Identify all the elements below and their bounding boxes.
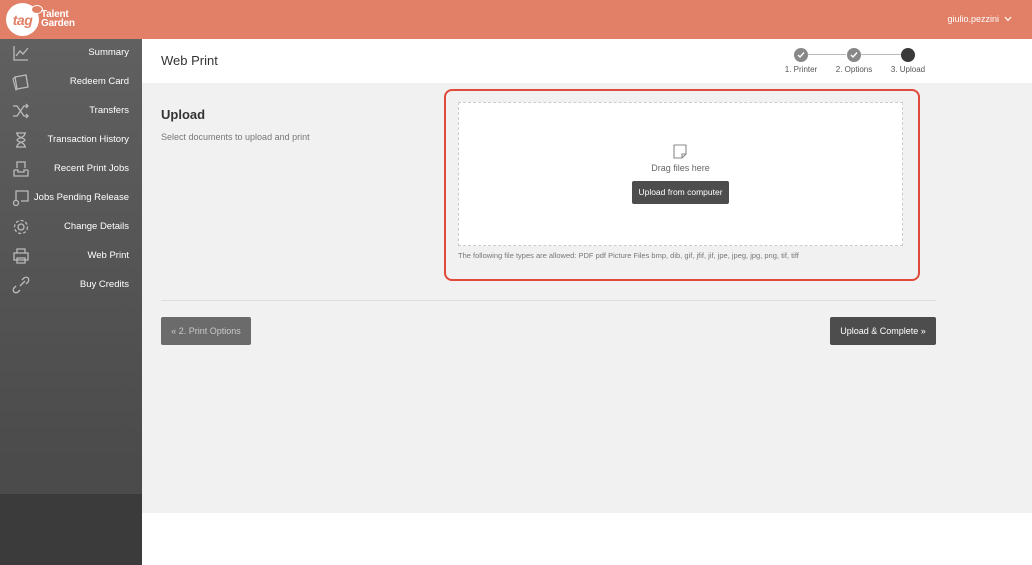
shuffle-icon xyxy=(12,102,30,120)
check-icon xyxy=(850,52,858,59)
allowed-file-types: The following file types are allowed: PD… xyxy=(458,251,799,260)
sidebar-item-label: Redeem Card xyxy=(69,76,129,87)
section-subtitle: Select documents to upload and print xyxy=(161,132,310,142)
step-dot-current xyxy=(901,48,915,62)
step-dot xyxy=(794,48,808,62)
check-icon xyxy=(797,52,805,59)
logo-text: tag xyxy=(12,12,33,28)
step-upload: 3. Upload xyxy=(888,48,928,74)
file-icon xyxy=(673,144,687,159)
sidebar-item-transaction-history[interactable]: Transaction History xyxy=(0,126,142,155)
sidebar-item-web-print[interactable]: Web Print xyxy=(0,242,142,271)
sidebar-item-redeem-card[interactable]: Redeem Card xyxy=(0,68,142,97)
sidebar-item-transfers[interactable]: Transfers xyxy=(0,97,142,126)
printer-icon xyxy=(12,247,30,265)
sidebar-item-label: Web Print xyxy=(87,250,129,261)
chevron-down-icon xyxy=(1004,16,1012,22)
sidebar-item-label: Jobs Pending Release xyxy=(33,192,129,203)
gear-icon xyxy=(12,218,30,236)
sidebar: Summary Redeem Card Transfers Transactio… xyxy=(0,39,142,565)
sidebar-item-change-details[interactable]: Change Details xyxy=(0,213,142,242)
section-title: Upload xyxy=(161,107,206,122)
user-menu[interactable]: giulio.pezzini xyxy=(947,14,1012,24)
logo[interactable]: tag xyxy=(6,3,43,36)
sidebar-item-label: Change Details xyxy=(64,221,129,232)
upload-from-computer-button[interactable]: Upload from computer xyxy=(632,181,729,204)
file-dropzone[interactable]: Drag files here Upload from computer xyxy=(458,102,903,246)
sidebar-item-summary[interactable]: Summary xyxy=(0,39,142,68)
sidebar-item-recent-print-jobs[interactable]: Recent Print Jobs xyxy=(0,155,142,184)
step-options[interactable]: 2. Options xyxy=(834,48,874,74)
sidebar-item-label: Recent Print Jobs xyxy=(54,163,129,174)
step-label: 3. Upload xyxy=(890,65,926,74)
sidebar-item-label: Transfers xyxy=(89,105,129,116)
divider xyxy=(161,300,936,301)
brand-line2: Garden xyxy=(41,18,75,29)
sidebar-item-jobs-pending-release[interactable]: Jobs Pending Release xyxy=(0,184,142,213)
sidebar-item-label: Summary xyxy=(88,47,129,58)
drag-files-text: Drag files here xyxy=(651,163,710,173)
inbox-icon xyxy=(12,160,30,178)
pending-icon xyxy=(12,189,30,207)
sidebar-footer xyxy=(0,494,142,565)
username: giulio.pezzini xyxy=(947,14,999,24)
step-dot xyxy=(847,48,861,62)
prev-print-options-button[interactable]: « 2. Print Options xyxy=(161,317,251,345)
step-label: 1. Printer xyxy=(784,65,818,74)
sidebar-item-buy-credits[interactable]: Buy Credits xyxy=(0,271,142,300)
step-label: 2. Options xyxy=(835,65,873,74)
chart-icon xyxy=(12,44,30,62)
hourglass-icon xyxy=(12,131,30,149)
card-icon xyxy=(12,73,30,92)
main-content: Upload Select documents to upload and pr… xyxy=(142,83,1032,513)
link-icon xyxy=(12,276,30,294)
sidebar-item-label: Transaction History xyxy=(47,134,129,145)
step-printer[interactable]: 1. Printer xyxy=(782,48,820,74)
sidebar-item-label: Buy Credits xyxy=(79,279,129,290)
header: tag Talent Garden giulio.pezzini xyxy=(0,0,1032,39)
title-bar: Web Print 1. Printer 2. Options 3. Uploa… xyxy=(142,39,1032,83)
brand-name: Talent Garden xyxy=(41,10,75,29)
page-title: Web Print xyxy=(161,53,218,68)
upload-complete-button[interactable]: Upload & Complete » xyxy=(830,317,936,345)
